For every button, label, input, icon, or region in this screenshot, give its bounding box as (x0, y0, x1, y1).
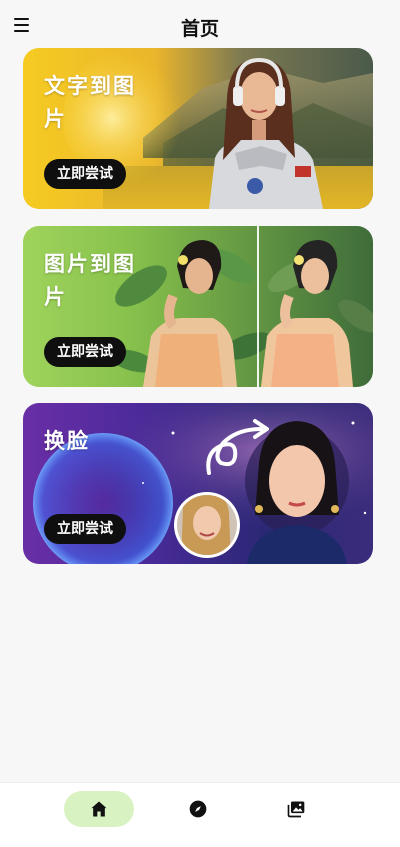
app-header: 首页 (0, 0, 400, 48)
try-now-button[interactable]: 立即尝试 (44, 337, 126, 367)
card-title: 文字到图片 (44, 74, 136, 131)
card-text-to-image[interactable]: 文字到图片 立即尝试 (23, 48, 373, 209)
try-now-button[interactable]: 立即尝试 (44, 514, 126, 544)
card-image-to-image[interactable]: 图片到图片 立即尝试 (23, 226, 373, 387)
card-title: 图片到图片 (44, 252, 136, 309)
bottom-nav (0, 782, 400, 847)
card-title: 换脸 (44, 429, 90, 453)
page-title: 首页 (180, 18, 219, 40)
card-face-swap[interactable]: 换脸 立即尝试 (23, 403, 373, 564)
nav-home[interactable] (64, 791, 134, 827)
gallery-icon (287, 801, 305, 818)
nav-gallery[interactable] (261, 791, 331, 827)
nav-explore[interactable] (163, 791, 233, 827)
try-now-button[interactable]: 立即尝试 (44, 159, 126, 189)
compass-icon (189, 800, 207, 818)
home-icon (91, 801, 107, 817)
